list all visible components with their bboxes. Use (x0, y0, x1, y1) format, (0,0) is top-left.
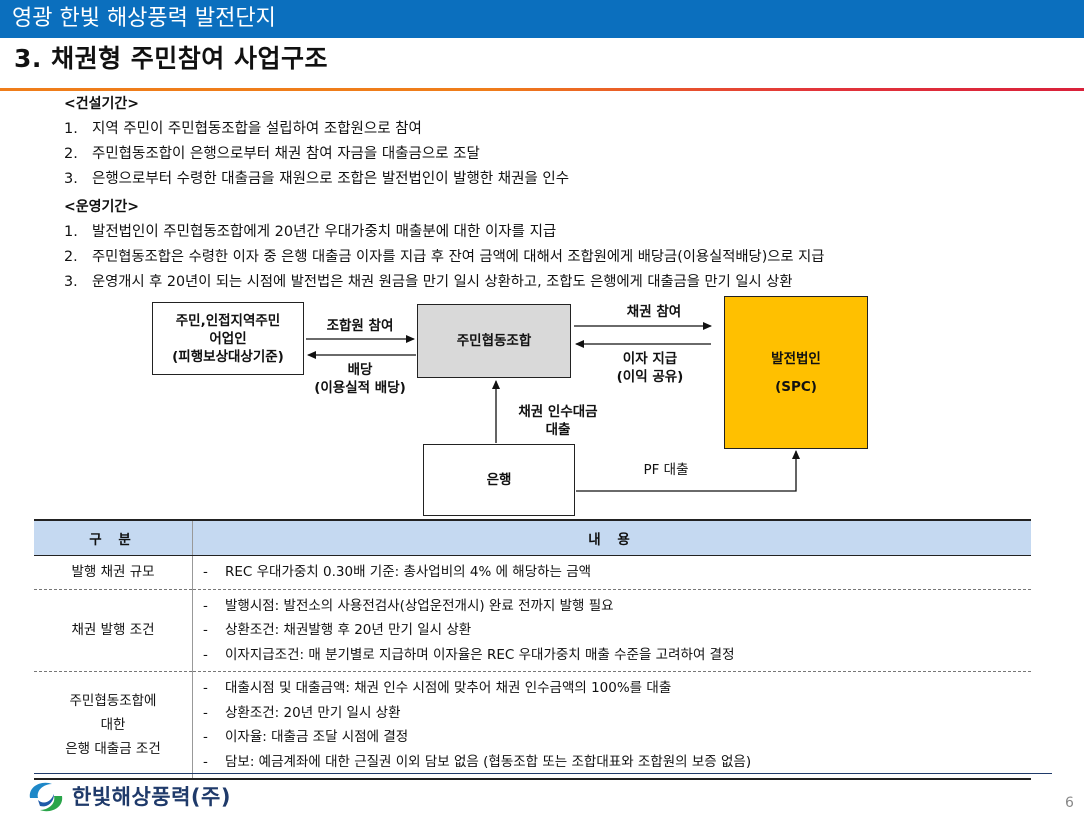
bullet-line: - REC 우대가중치 0.30배 기준: 총사업비의 4% 에 해당하는 금액 (203, 564, 592, 580)
row-label: 주민협동조합에 대한 은행 대출금 조건 (34, 671, 193, 780)
operation-item: 2. 주민협동조합은 수령한 이자 중 은행 대출금 이자를 지급 후 잔여 금액… (64, 249, 825, 265)
table-header-row: 구 분 내 용 (34, 519, 1031, 556)
row-label: 발행 채권 규모 (34, 555, 193, 590)
operation-item: 3. 운영개시 후 20년이 되는 시점에 발전법은 채권 원금을 만기 일시 상… (64, 274, 793, 290)
bullet-line: - 담보: 예금계좌에 대한 근질권 이외 담보 없음 (협동조합 또는 조합대표… (203, 753, 752, 770)
bond-participation-label: 채권 참여 (626, 304, 682, 320)
header-content: 내 용 (192, 519, 1031, 556)
pf-loan-label: PF 대출 (643, 462, 689, 478)
bond-loan-label: 채권 인수대금 대출 (518, 404, 598, 438)
bullet-line: - 상환조건: 20년 만기 일시 상환 (203, 704, 401, 721)
construction-item: 1. 지역 주민이 주민협동조합을 설립하여 조합원으로 참여 (64, 121, 422, 137)
bullet-line: - 상환조건: 채권발행 후 20년 만기 일시 상환 (203, 622, 472, 638)
company-logo-text: 한빛해상풍력(주) (72, 785, 231, 809)
bond-conditions-table: 구 분 내 용 발행 채권 규모 - REC 우대가중치 0.30배 기준: 총사… (34, 519, 1031, 780)
row-label: 채권 발행 조건 (34, 589, 193, 672)
title-divider (0, 88, 1084, 91)
wave-swirl-logo-icon (29, 782, 63, 812)
construction-item: 3. 은행으로부터 수령한 대출금을 재원으로 조합은 발전법인이 발행한 채권을… (64, 171, 570, 187)
row-content: - REC 우대가중치 0.30배 기준: 총사업비의 4% 에 해당하는 금액 (192, 555, 1031, 590)
slide-title: 3. 채권형 주민참여 사업구조 (14, 44, 329, 73)
header-category: 구 분 (34, 519, 193, 556)
bank-box: 은행 (423, 444, 575, 516)
interest-label: 이자 지급 (이익 공유) (616, 351, 684, 385)
residents-box: 주민,인접지역주민 어업인 (피행보상대상기준) (152, 302, 304, 375)
row-content: - 발행시점: 발전소의 사용전검사(상업운전개시) 완료 전까지 발행 필요 -… (192, 589, 1031, 672)
construction-heading: <건설기간> (64, 96, 139, 112)
table-row: 주민협동조합에 대한 은행 대출금 조건 - 대출시점 및 대출금액: 채권 인수… (34, 671, 1031, 780)
table-row: 발행 채권 규모 - REC 우대가중치 0.30배 기준: 총사업비의 4% 에… (34, 555, 1031, 590)
table-row: 채권 발행 조건 - 발행시점: 발전소의 사용전검사(상업운전개시) 완료 전까… (34, 589, 1031, 672)
bullet-line: - 대출시점 및 대출금액: 채권 인수 시점에 맞추어 채권 인수금액의 100… (203, 680, 672, 696)
operation-item: 1. 발전법인이 주민협동조합에게 20년간 우대가중치 매출분에 대한 이자를 … (64, 224, 557, 240)
join-member-label: 조합원 참여 (326, 318, 394, 334)
row-content: - 대출시점 및 대출금액: 채권 인수 시점에 맞추어 채권 인수금액의 100… (192, 671, 1031, 780)
bullet-line: - 이자지급조건: 매 분기별로 지급하며 이자율은 REC 우대가중치 매출 수… (203, 646, 735, 663)
operation-heading: <운영기간> (64, 199, 139, 215)
bullet-line: - 발행시점: 발전소의 사용전검사(상업운전개시) 완료 전까지 발행 필요 (203, 597, 614, 614)
footer-divider (34, 773, 1052, 774)
coop-box: 주민협동조합 (417, 304, 571, 378)
page-number: 6 (1065, 795, 1074, 811)
construction-item: 2. 주민협동조합이 은행으로부터 채권 참여 자금을 대출금으로 조달 (64, 146, 480, 162)
top-banner: 영광 한빛 해상풍력 발전단지 (0, 0, 1084, 38)
spc-box: 발전법인 (SPC) (724, 296, 868, 449)
project-name: 영광 한빛 해상풍력 발전단지 (12, 6, 276, 31)
dividend-label: 배당 (이용실적 배당) (314, 362, 406, 396)
bullet-line: - 이자율: 대출금 조달 시점에 결정 (203, 729, 409, 745)
